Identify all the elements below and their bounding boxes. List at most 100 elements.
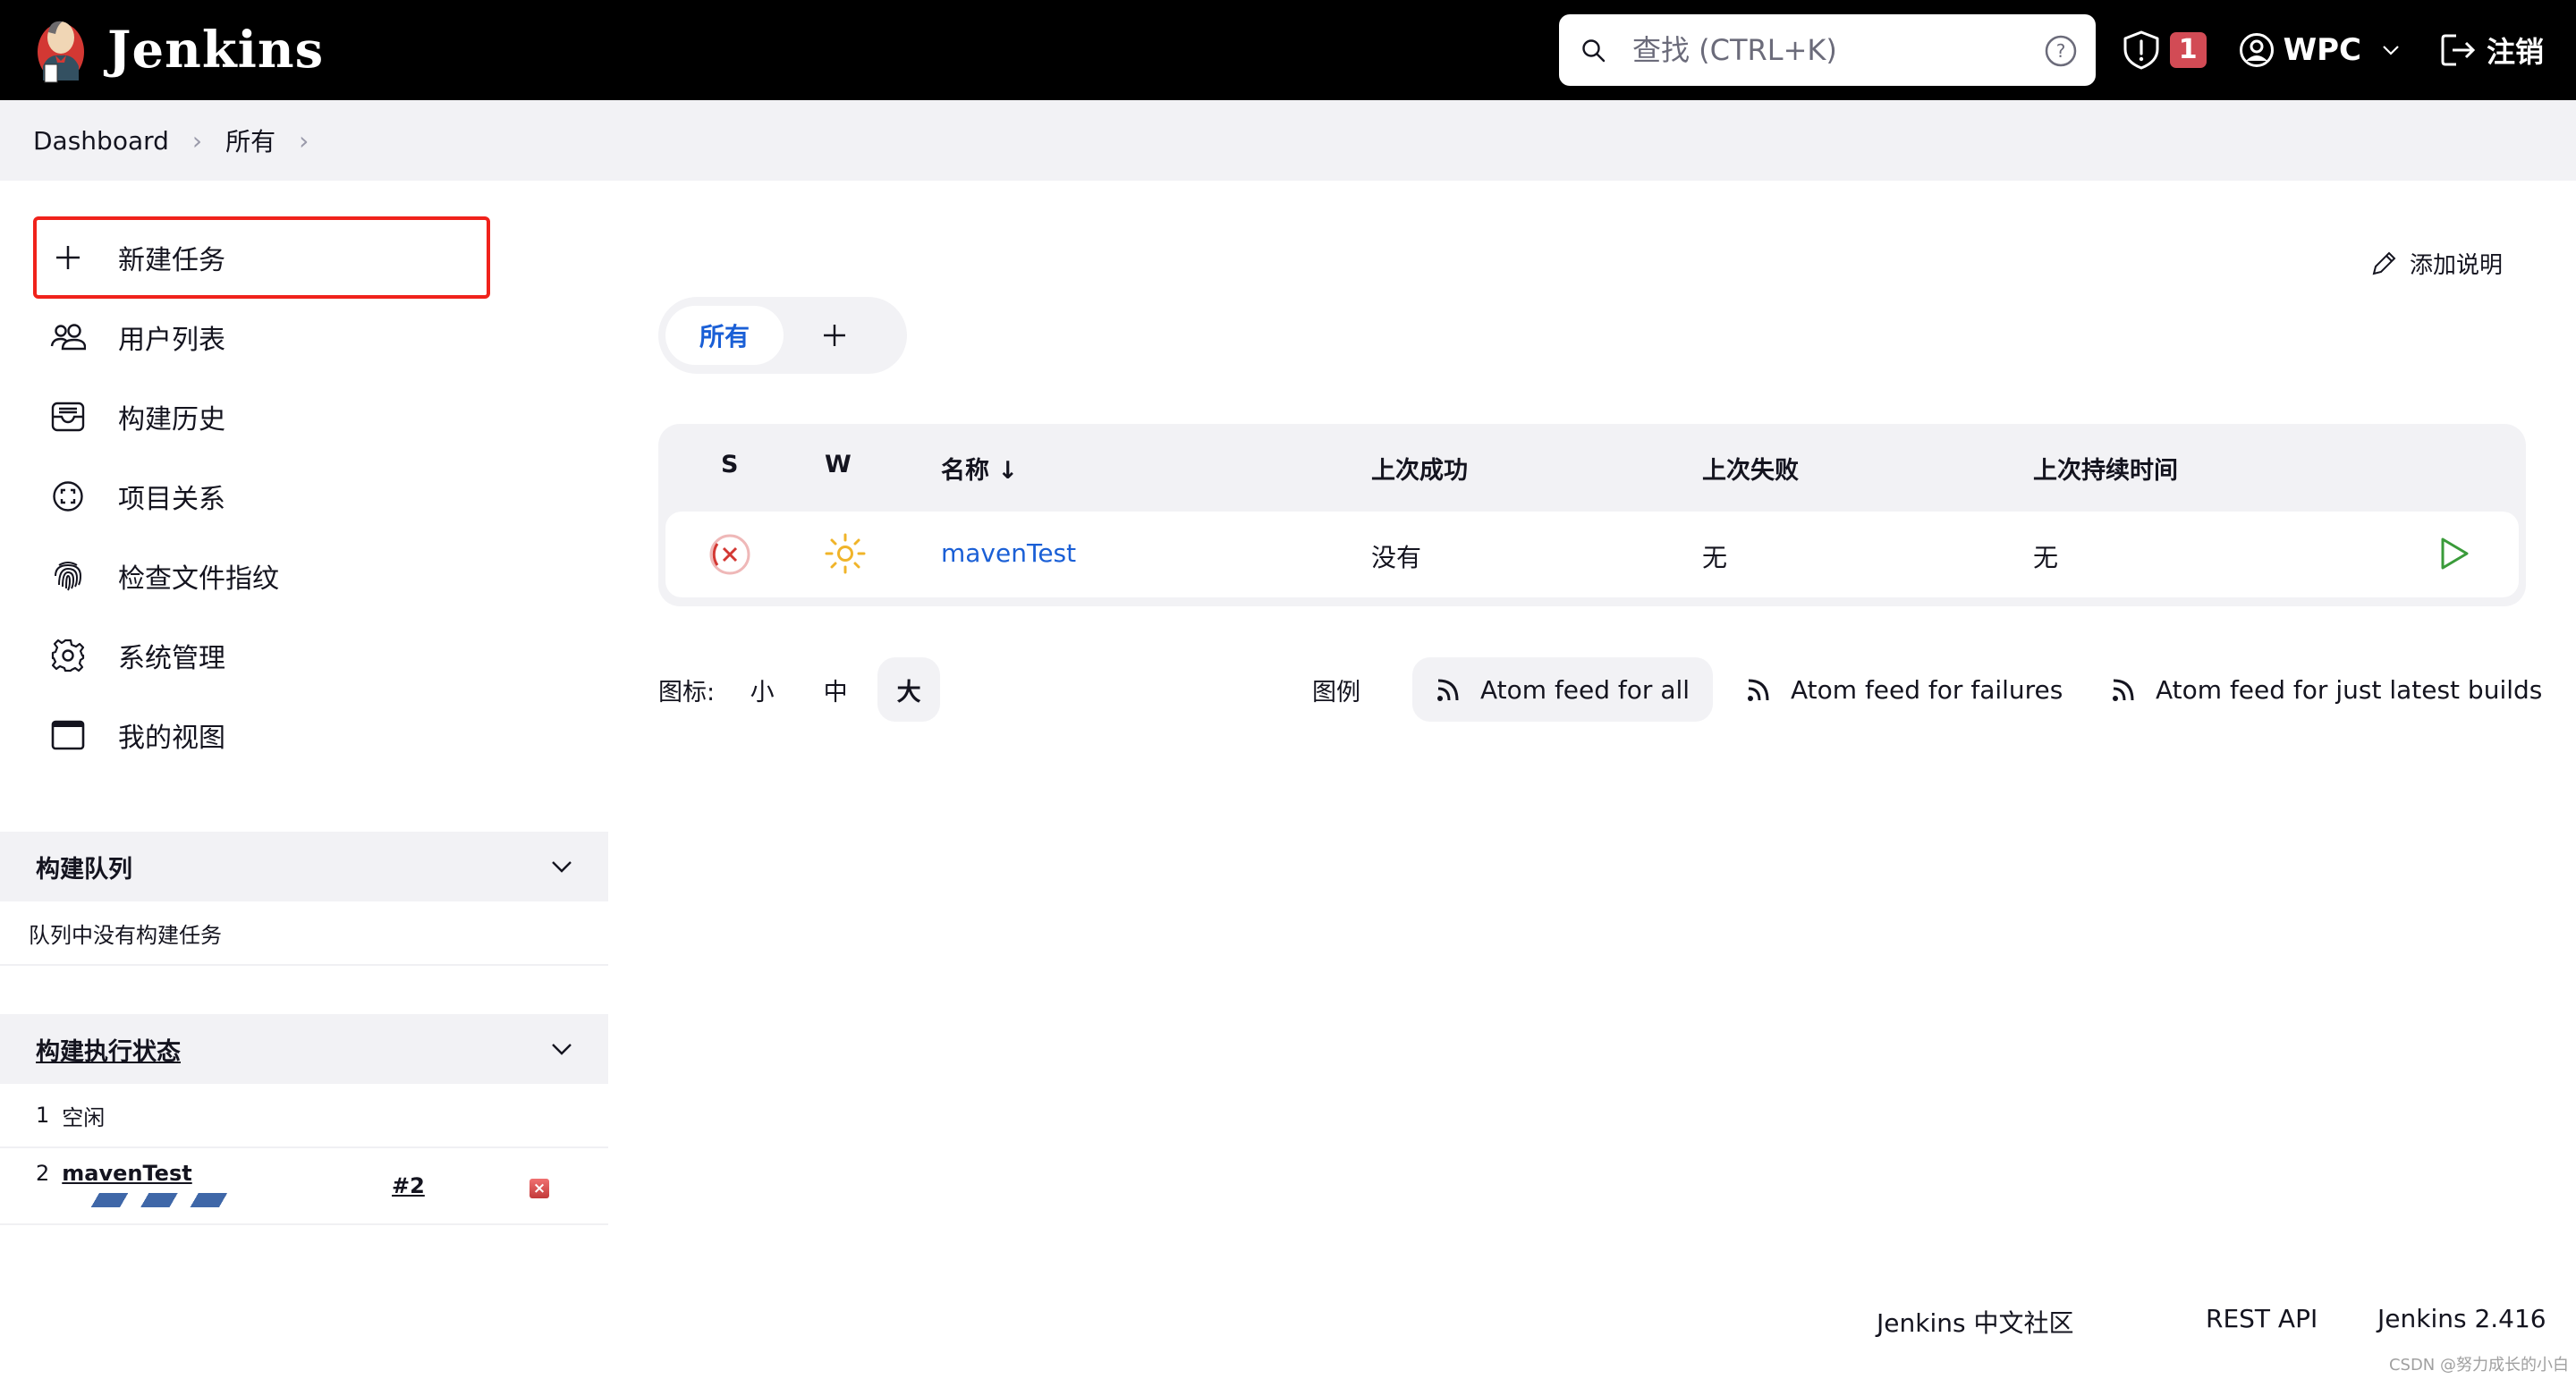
- last-failure-value: 无: [1702, 543, 1728, 572]
- view-tabs: 所有: [658, 297, 907, 374]
- sidebar-item-label: 用户列表: [118, 325, 225, 356]
- jobs-table: S W 名称 ↓ 上次成功 上次失败 上次持续时间 mavenTest 没有 无…: [658, 424, 2526, 606]
- breadcrumb-chevron-icon[interactable]: ›: [299, 126, 309, 156]
- build-queue-title: 构建队列: [36, 855, 132, 884]
- build-queue-empty-row: 队列中没有构建任务: [0, 901, 608, 966]
- column-header-last-failure[interactable]: 上次失败: [1702, 451, 1799, 486]
- help-icon[interactable]: ?: [2044, 34, 2078, 68]
- rss-icon: [1748, 679, 1769, 701]
- executor-job-link[interactable]: mavenTest: [62, 1161, 191, 1186]
- sidebar-item-label: 我的视图: [118, 723, 225, 754]
- job-name-link[interactable]: mavenTest: [941, 538, 1076, 568]
- relationship-icon: [53, 481, 83, 512]
- footer-community-link[interactable]: Jenkins 中文社区: [1877, 1304, 2073, 1340]
- icon-size-large[interactable]: 大: [877, 657, 941, 722]
- sidebar-item-label: 系统管理: [118, 643, 225, 674]
- icon-size-small[interactable]: 小: [731, 657, 793, 722]
- add-description-label: 添加说明: [2409, 252, 2503, 279]
- gear-icon: [51, 639, 85, 673]
- executor-number: 2: [36, 1161, 50, 1186]
- breadcrumb: Dashboard › 所有 ›: [0, 100, 2576, 181]
- pencil-icon: [2372, 251, 2396, 275]
- sidebar-item-new-job[interactable]: 新建任务: [36, 219, 483, 296]
- user-avatar-icon: [2239, 33, 2274, 67]
- rss-icon: [2113, 679, 2134, 701]
- column-header-last-success[interactable]: 上次成功: [1371, 451, 1468, 486]
- build-queue-empty-text: 队列中没有构建任务: [29, 922, 222, 948]
- last-duration-value: 无: [2033, 543, 2059, 572]
- footer-version-link[interactable]: Jenkins 2.416: [2377, 1304, 2546, 1333]
- sidebar-item-project-relationship[interactable]: 项目关系: [36, 458, 483, 535]
- user-menu[interactable]: WPC: [2239, 32, 2401, 68]
- tab-all[interactable]: 所有: [665, 306, 784, 365]
- chevron-down-icon[interactable]: [551, 1043, 572, 1055]
- sidebar-item-my-views[interactable]: 我的视图: [36, 697, 483, 774]
- icon-size-medium[interactable]: 中: [804, 657, 867, 722]
- footer-rest-api-link[interactable]: REST API: [2206, 1304, 2318, 1333]
- app-name: Jenkins: [107, 21, 325, 80]
- column-header-weather[interactable]: W: [825, 451, 852, 478]
- add-view-button[interactable]: [812, 313, 857, 358]
- users-icon: [50, 324, 86, 351]
- jenkins-logo-link[interactable]: Jenkins: [32, 14, 324, 86]
- sidebar-item-label: 检查文件指纹: [118, 563, 279, 595]
- sidebar-item-label: 构建历史: [118, 404, 225, 436]
- jenkins-butler-icon: [38, 21, 84, 83]
- user-name: WPC: [2283, 32, 2361, 68]
- breadcrumb-chevron-icon[interactable]: ›: [192, 126, 202, 156]
- executor-build-link[interactable]: #2: [392, 1173, 425, 1198]
- atom-feed-all-link[interactable]: Atom feed for all: [1412, 657, 1714, 722]
- status-failed-icon[interactable]: [708, 533, 751, 576]
- icon-size-selector: 图标: 小 中 大: [658, 657, 941, 722]
- executors-header[interactable]: 构建执行状态: [0, 1014, 608, 1084]
- add-description-link[interactable]: 添加说明: [2370, 247, 2503, 280]
- window-icon: [51, 720, 85, 750]
- column-header-last-duration[interactable]: 上次持续时间: [2033, 451, 2178, 486]
- atom-feed-latest-link[interactable]: Atom feed for just latest builds: [2088, 657, 2565, 722]
- search-input[interactable]: [1632, 14, 2017, 86]
- build-progress-bar[interactable]: [79, 1193, 240, 1207]
- watermark: CSDN @努力成长的小白: [2388, 1356, 2569, 1375]
- last-success-value: 没有: [1371, 543, 1422, 572]
- shield-alert-icon: [2123, 30, 2159, 70]
- logout-icon: [2441, 34, 2476, 66]
- logout-label: 注销: [2486, 35, 2544, 69]
- schedule-build-play-icon[interactable]: [2439, 537, 2470, 571]
- search-icon: [1582, 39, 1606, 63]
- legend-link[interactable]: 图例: [1312, 673, 1360, 707]
- sidebar-item-manage-jenkins[interactable]: 系统管理: [36, 617, 483, 694]
- top-navbar: Jenkins ? 1 WPC: [0, 0, 2576, 100]
- sidebar-item-build-history[interactable]: 构建历史: [36, 378, 483, 455]
- inbox-icon: [51, 402, 85, 432]
- security-alerts-button[interactable]: 1: [2122, 30, 2207, 71]
- security-badge: 1: [2169, 32, 2207, 68]
- search-box: ?: [1559, 14, 2096, 86]
- fingerprint-icon: [55, 562, 82, 591]
- svg-text:?: ?: [2056, 40, 2066, 62]
- icon-size-label: 图标:: [658, 678, 716, 706]
- chevron-down-icon[interactable]: [551, 860, 572, 873]
- column-header-status[interactable]: S: [721, 451, 738, 478]
- executor-number: 1: [36, 1103, 50, 1128]
- logout-button[interactable]: 注销: [2440, 30, 2544, 71]
- plus-icon: [824, 325, 845, 346]
- breadcrumb-all[interactable]: 所有: [225, 123, 275, 158]
- executors-title[interactable]: 构建执行状态: [36, 1032, 181, 1067]
- executor-row: 1 空闲: [0, 1084, 608, 1148]
- stop-build-icon[interactable]: ×: [530, 1179, 549, 1198]
- sidebar-item-fingerprint[interactable]: 检查文件指纹: [36, 537, 483, 614]
- column-header-name[interactable]: 名称 ↓: [941, 451, 1018, 486]
- weather-sunny-icon[interactable]: [823, 531, 868, 576]
- atom-feed-failures-link[interactable]: Atom feed for failures: [1723, 657, 2086, 722]
- atom-feed-label: Atom feed for all: [1480, 674, 1690, 705]
- sidebar-item-label: 项目关系: [118, 484, 225, 515]
- build-queue-header[interactable]: 构建队列: [0, 832, 608, 901]
- executor-status: 空闲: [62, 1104, 106, 1130]
- sidebar-item-users[interactable]: 用户列表: [36, 299, 483, 376]
- chevron-down-icon: [2383, 46, 2399, 55]
- atom-feed-label: Atom feed for failures: [1791, 674, 2063, 705]
- table-row: mavenTest 没有 无 无: [665, 512, 2519, 597]
- rss-icon: [1437, 679, 1459, 701]
- plus-icon: [56, 246, 80, 269]
- breadcrumb-dashboard[interactable]: Dashboard: [33, 126, 169, 156]
